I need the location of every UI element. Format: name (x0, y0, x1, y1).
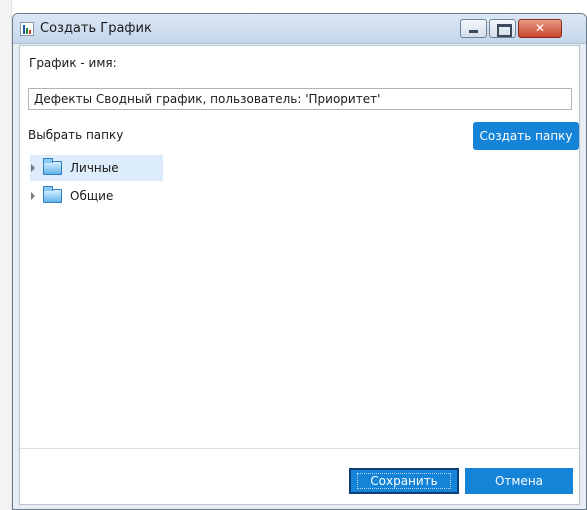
save-button-label: Сохранить (357, 473, 451, 489)
folder-icon (43, 186, 62, 203)
select-folder-label: Выбрать папку (28, 128, 124, 142)
close-button[interactable]: ✕ (518, 19, 562, 38)
title-bar[interactable]: Создать График ✕ (13, 14, 586, 44)
create-folder-button[interactable]: Создать папку (473, 122, 579, 150)
save-button[interactable]: Сохранить (349, 468, 459, 494)
chart-app-icon (20, 22, 34, 36)
maximize-button[interactable] (489, 19, 516, 38)
tree-item-label: Личные (70, 161, 119, 175)
chart-name-input[interactable] (28, 88, 572, 110)
expand-arrow-icon[interactable] (31, 192, 35, 200)
cancel-button[interactable]: Отмена (465, 468, 573, 494)
background-window-edge (0, 0, 12, 510)
tree-item-label: Общие (70, 189, 114, 203)
close-icon: ✕ (534, 21, 546, 35)
create-chart-dialog: Создать График ✕ График - имя: Выбрать п… (12, 13, 587, 510)
tree-item-personal[interactable]: Личные (30, 155, 163, 181)
dialog-title: Создать График (40, 21, 152, 36)
minimize-button[interactable] (460, 19, 487, 38)
tree-item-public[interactable]: Общие (30, 183, 150, 209)
footer-divider (20, 448, 579, 449)
folder-icon (43, 158, 62, 175)
dialog-body: График - имя: Выбрать папку Создать папк… (19, 45, 580, 505)
chart-name-label: График - имя: (29, 56, 117, 70)
expand-arrow-icon[interactable] (31, 164, 35, 172)
